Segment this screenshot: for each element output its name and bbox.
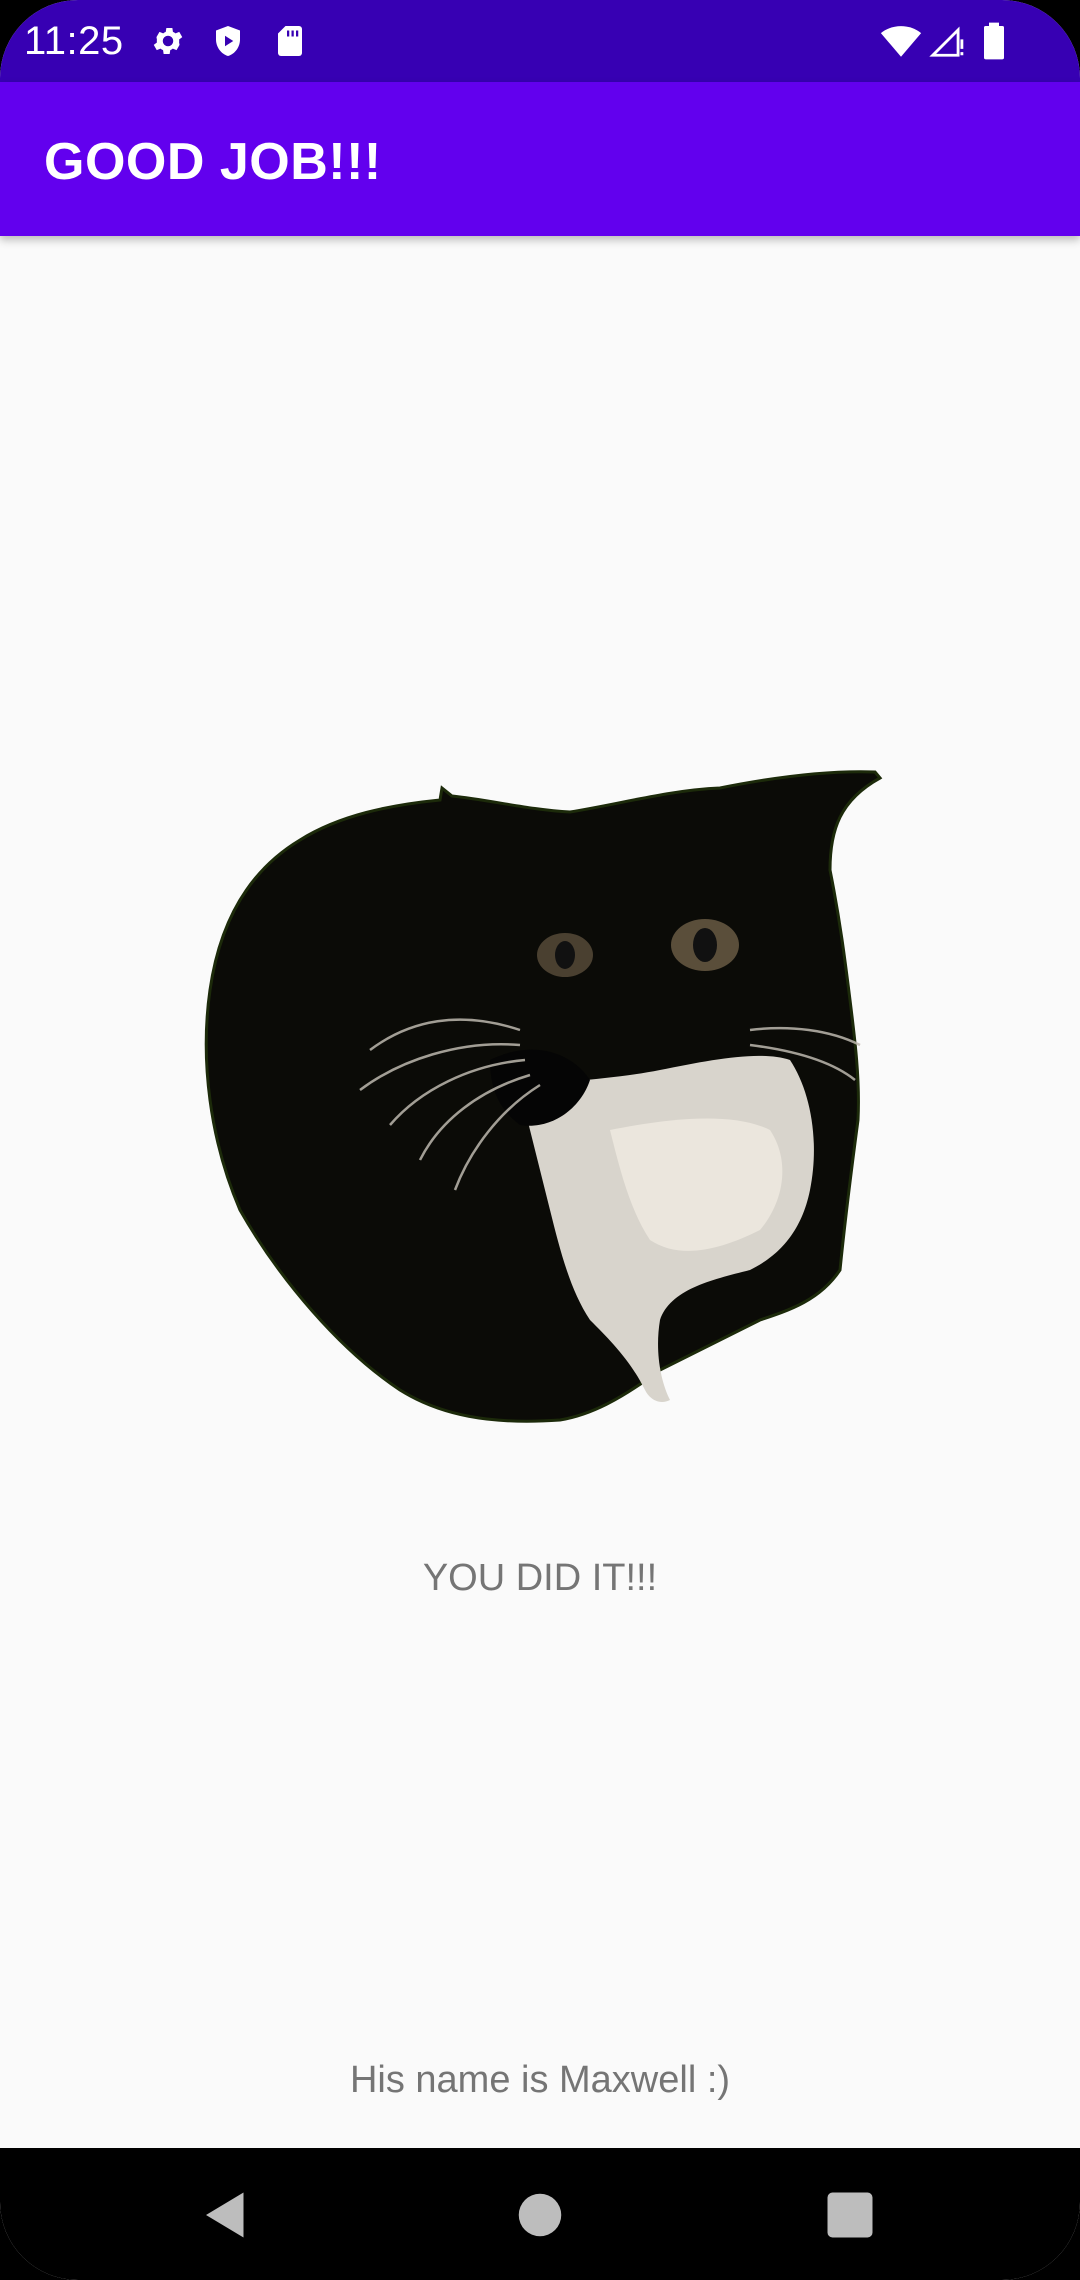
app-bar: GOOD JOB!!! [0,82,1080,236]
back-icon[interactable] [196,2185,256,2245]
recents-icon[interactable] [820,2185,880,2245]
status-time: 11:25 [24,19,124,63]
success-message: YOU DID IT!!! [422,1557,658,1599]
phone-screen: 11:25 GOOD JOB!!! YOU DID IT!!! His name… [0,0,1080,2280]
wifi-icon [880,20,922,62]
status-bar: 11:25 [0,0,1080,82]
home-icon[interactable] [510,2185,570,2245]
cellular-signal-icon [928,22,966,60]
shield-play-icon [210,23,246,59]
cat-icon [190,760,890,1430]
app-title: GOOD JOB!!! [44,133,382,191]
battery-icon [978,21,1010,61]
gear-icon [150,23,186,59]
cat-name-caption: His name is Maxwell :) [349,2059,731,2101]
sd-card-icon [272,23,308,59]
